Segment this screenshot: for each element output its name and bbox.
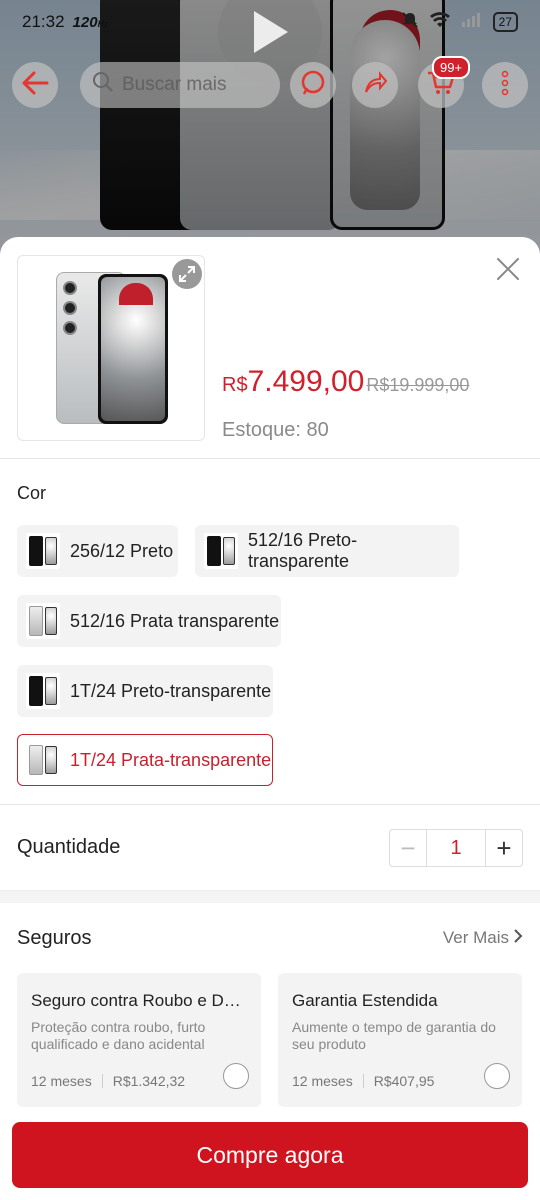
insurance-cards: Seguro contra Roubo e Dano Acidental Pro… — [17, 973, 523, 1109]
color-option[interactable]: 1T/24 Preto-transparente — [17, 665, 273, 717]
original-price: R$19.999,00 — [366, 375, 470, 395]
more-options-button[interactable] — [482, 62, 528, 108]
insurance-price: R$407,95 — [373, 1073, 435, 1089]
color-option-selected[interactable]: 1T/24 Prata-transparente — [17, 734, 273, 786]
insurance-term: 12 meses — [292, 1073, 353, 1089]
thumbnail-phone-front — [98, 274, 168, 424]
buy-now-button[interactable]: Compre agora — [12, 1122, 528, 1188]
color-option[interactable]: 512/16 Prata transparente — [17, 595, 281, 647]
insurance-footer: 12 meses R$1.342,32 — [31, 1073, 185, 1089]
camera-lens — [63, 301, 77, 315]
color-option-label: 1T/24 Prata-transparente — [70, 749, 272, 770]
share-button[interactable] — [352, 62, 398, 108]
status-icons: 27 — [401, 11, 518, 34]
divider — [362, 1074, 364, 1088]
insurance-card[interactable]: Garantia Estendida Aumente o tempo de ga… — [278, 973, 522, 1107]
color-option[interactable]: 256/12 Preto — [17, 525, 178, 577]
see-more-label: Ver Mais — [442, 928, 509, 947]
share-icon — [362, 70, 388, 101]
quantity-section: Quantidade − 1 + — [0, 805, 540, 891]
chevron-right-icon — [513, 928, 523, 949]
more-vertical-icon — [501, 70, 509, 101]
insurance-header: Seguros Ver Mais — [17, 903, 523, 973]
color-option-label: 512/16 Preto-transparente — [247, 530, 358, 571]
variant-selection-sheet: R$ 7.499,00 R$19.999,00 Estoque: 80 Cor … — [0, 237, 540, 1200]
variant-thumbnail — [26, 742, 60, 778]
insurance-radio[interactable] — [484, 1063, 510, 1089]
color-option[interactable]: 512/16 Preto-transparente — [195, 525, 459, 577]
wifi-icon — [429, 11, 451, 34]
thumbnail-screen — [101, 277, 165, 421]
status-bar: 21:32 120Hz 27 — [0, 0, 540, 44]
refresh-rate-indicator: 120Hz — [72, 13, 109, 31]
search-icon — [92, 71, 114, 99]
color-option-label: 256/12 Preto — [70, 540, 174, 561]
close-button[interactable] — [492, 255, 524, 287]
cart-count-badge: 99+ — [432, 56, 471, 79]
price: R$ 7.499,00 R$19.999,00 — [222, 365, 469, 399]
quantity-stepper: − 1 + — [389, 829, 523, 867]
price-currency: R$ — [222, 374, 248, 396]
back-button[interactable] — [12, 62, 58, 108]
search-bar[interactable]: Buscar mais — [80, 62, 280, 108]
camera-lens — [63, 281, 77, 295]
variant-thumbnail — [26, 673, 60, 709]
stock-label: Estoque: 80 — [222, 419, 329, 441]
battery-icon: 27 — [492, 12, 518, 32]
insurance-term: 12 meses — [31, 1073, 92, 1089]
decrease-button[interactable]: − — [390, 830, 426, 866]
status-time: 21:32 — [22, 12, 65, 31]
color-section-label: Cor — [17, 483, 47, 503]
insurance-name: Seguro contra Roubo e Dano Acidental — [31, 991, 247, 1010]
variant-thumbnail — [26, 533, 60, 569]
expand-image-icon[interactable] — [172, 259, 202, 289]
product-summary: R$ 7.499,00 R$19.999,00 Estoque: 80 — [0, 237, 540, 459]
color-section: Cor 256/12 Preto 512/16 Preto-transparen… — [0, 459, 540, 805]
thumbnail-figure-hair — [119, 283, 153, 305]
variant-thumbnail — [204, 533, 238, 569]
see-more-link[interactable]: Ver Mais — [443, 928, 523, 949]
quantity-value[interactable]: 1 — [426, 830, 486, 866]
close-icon — [495, 256, 521, 287]
insurance-card[interactable]: Seguro contra Roubo e Dano Acidental Pro… — [17, 973, 261, 1107]
whatsapp-icon — [299, 69, 327, 102]
cart-button[interactable]: 99+ — [418, 56, 471, 108]
insurance-title: Seguros — [17, 926, 92, 949]
insurance-radio[interactable] — [223, 1063, 249, 1089]
color-option-label: 512/16 Prata transparente — [70, 610, 280, 631]
insurance-price: R$1.342,32 — [112, 1073, 186, 1089]
divider — [101, 1074, 103, 1088]
insurance-footer: 12 meses R$407,95 — [292, 1073, 434, 1089]
quantity-label: Quantidade — [17, 836, 121, 858]
insurance-name: Garantia Estendida — [292, 991, 438, 1010]
color-option-label: 1T/24 Preto-transparente — [70, 680, 272, 701]
section-divider — [0, 891, 540, 903]
whatsapp-button[interactable] — [290, 62, 336, 108]
arrow-left-icon — [20, 70, 50, 101]
mute-icon — [401, 11, 419, 34]
top-nav: Buscar mais 99+ — [0, 56, 540, 114]
insurance-description: Proteção contra roubo, furto qualificado… — [31, 1019, 206, 1052]
variant-thumbnail — [26, 603, 60, 639]
price-value: 7.499,00 — [247, 365, 365, 398]
insurance-description: Aumente o tempo de garantia do seu produ… — [292, 1019, 496, 1052]
signal-icon — [461, 12, 483, 33]
increase-button[interactable]: + — [486, 830, 522, 866]
insurance-section: Seguros Ver Mais Seguro contra Roubo e D… — [0, 903, 540, 1133]
camera-lens — [63, 321, 77, 335]
search-placeholder: Buscar mais — [122, 74, 227, 95]
